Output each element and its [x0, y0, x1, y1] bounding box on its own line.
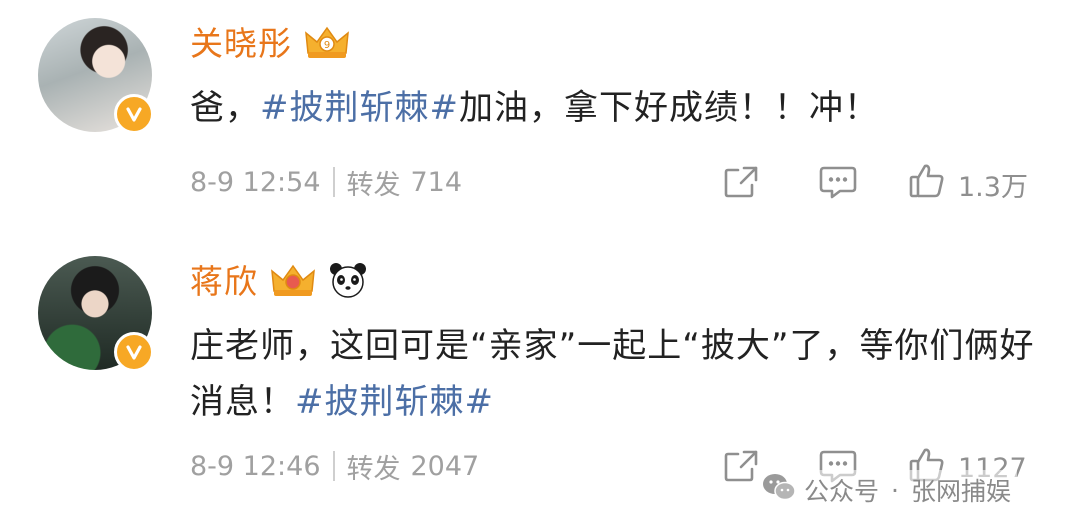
post-time: 8-9 12:46	[190, 450, 321, 482]
verified-v-icon	[114, 94, 154, 134]
like-button[interactable]: 1.3万	[908, 162, 1028, 207]
user-name-row: 蒋欣	[190, 258, 368, 306]
divider	[332, 451, 335, 481]
like-count: 1.3万	[958, 172, 1028, 203]
topic-link[interactable]: #披荆斩棘#	[295, 382, 494, 422]
user-name-row: 关晓彤 9	[190, 20, 352, 68]
comment-meta: 8-9 12:46 转发 2047	[190, 444, 479, 488]
comment-text: 庄老师，这回可是“亲家”一起上“披大”了，等你们俩好消息！#披荆斩棘#	[190, 318, 1050, 430]
comment-text-part: 爸，	[190, 88, 260, 128]
weibo-comment-feed: 关晓彤 9 爸，#披荆斩棘#加油，拿下好成绩！！冲！ 8-9 12:54 转发 …	[0, 0, 1080, 531]
wechat-icon	[762, 472, 796, 508]
repost-label: 转发	[346, 169, 401, 201]
panda-icon	[328, 261, 368, 303]
comment-meta: 8-9 12:54 转发 714	[190, 160, 462, 204]
watermark-prefix: 公众号	[804, 477, 880, 506]
user-name[interactable]: 关晓彤	[190, 20, 292, 68]
comment-actions: 1.3万	[722, 160, 1052, 204]
watermark-separator: ·	[891, 475, 899, 505]
svg-text:9: 9	[324, 40, 330, 51]
watermark: 公众号 · 张网捕娱	[756, 470, 1017, 510]
repost-count: 714	[410, 166, 463, 198]
repost-count: 2047	[410, 450, 480, 482]
comment-text-part: 加油，拿下好成绩！！冲！	[458, 88, 879, 128]
share-icon[interactable]	[722, 448, 760, 491]
repost-label: 转发	[346, 453, 401, 485]
avatar[interactable]	[38, 18, 154, 134]
divider	[332, 167, 335, 197]
vip-crown-icon	[268, 261, 318, 303]
post-time: 8-9 12:54	[190, 166, 321, 198]
user-name[interactable]: 蒋欣	[190, 258, 258, 306]
share-icon[interactable]	[722, 164, 760, 207]
thumbs-up-icon	[908, 162, 946, 207]
comment-icon[interactable]	[818, 164, 858, 207]
watermark-name: 张网捕娱	[910, 477, 1011, 506]
vip-crown-icon: 9	[302, 23, 352, 65]
avatar[interactable]	[38, 256, 154, 372]
comment-text: 爸，#披荆斩棘#加油，拿下好成绩！！冲！	[190, 80, 1050, 136]
verified-v-icon	[114, 332, 154, 372]
topic-link[interactable]: #披荆斩棘#	[260, 88, 459, 128]
comment-item: 关晓彤 9 爸，#披荆斩棘#加油，拿下好成绩！！冲！ 8-9 12:54 转发 …	[0, 0, 1080, 240]
